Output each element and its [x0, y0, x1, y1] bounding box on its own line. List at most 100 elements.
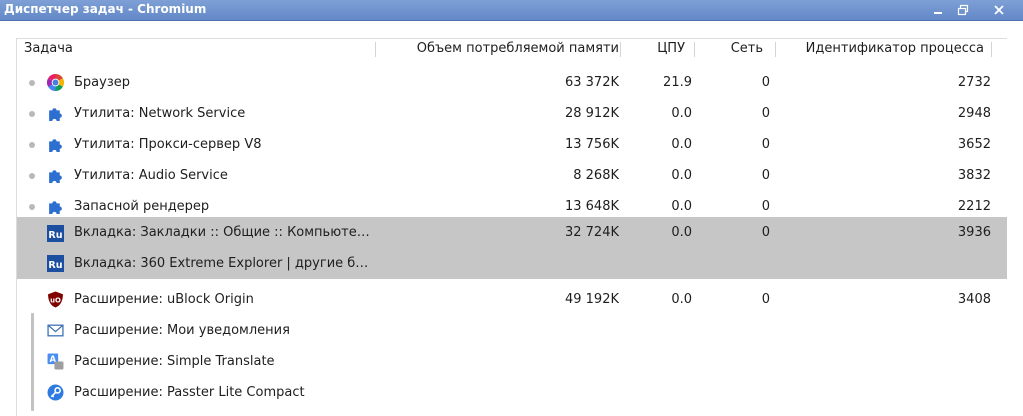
envelope-icon: [47, 324, 64, 337]
cpu-value: [619, 315, 692, 346]
task-name: Расширение: uBlock Origin: [74, 292, 254, 307]
cpu-value: 0.0: [671, 168, 692, 183]
column-divider[interactable]: [991, 42, 992, 57]
table-row[interactable]: Расширение: Мои уведомления: [17, 315, 1007, 346]
svg-text:Ru: Ru: [48, 230, 62, 241]
puzzle-piece-icon: [49, 201, 62, 214]
close-icon: [994, 4, 1004, 15]
pid-value: 2948: [957, 106, 991, 121]
task-name: Расширение: Мои уведомления: [74, 323, 290, 338]
memory-value: 32 724K: [564, 225, 619, 240]
table-row[interactable]: Ru Вкладка: Закладки :: Общие :: Компьют…: [17, 217, 1007, 248]
cpu-value: 0.0: [671, 292, 692, 307]
puzzle-piece-icon: [49, 108, 62, 121]
ru-favicon-icon: Ru: [47, 225, 64, 242]
network-value: [692, 377, 770, 408]
table-row[interactable]: Расширение: Passter Lite Compact: [17, 377, 1007, 408]
svg-text:Ru: Ru: [48, 260, 62, 271]
window-title: Диспетчер задач - Chromium: [4, 2, 207, 16]
column-divider[interactable]: [694, 42, 695, 57]
task-name: Браузер: [74, 75, 130, 90]
task-name: Утилита: Прокси-сервер V8: [74, 137, 262, 152]
pid-value: [770, 248, 991, 279]
pid-value: 3832: [957, 168, 991, 183]
puzzle-piece-icon: [49, 170, 62, 183]
task-name: Вкладка: Закладки :: Общие :: Компьюте…: [74, 225, 370, 240]
row-indicator-dot: [29, 142, 35, 148]
column-header-task[interactable]: Задача: [24, 39, 374, 59]
network-value: [692, 315, 770, 346]
network-value: 0: [761, 137, 770, 152]
cpu-value: 0.0: [671, 137, 692, 152]
close-button[interactable]: [977, 1, 1021, 18]
memory-value: 8 268K: [573, 168, 619, 183]
task-name: Вкладка: 360 Extreme Explorer | другие б…: [74, 256, 369, 271]
network-value: 0: [761, 292, 770, 307]
network-value: 0: [761, 106, 770, 121]
pid-value: 3408: [957, 292, 991, 307]
table-row[interactable]: Браузер 63 372K 21.9 0 2732: [17, 67, 1007, 98]
puzzle-piece-icon: [49, 139, 62, 152]
cpu-value: 21.9: [663, 75, 692, 90]
pid-value: [770, 346, 991, 377]
cpu-value: 0.0: [671, 106, 692, 121]
process-table[interactable]: Задача Объем потребляемой памяти ЦПУ Сет…: [16, 38, 1007, 416]
memory-value: 63 372K: [564, 75, 619, 90]
memory-value: 28 912K: [564, 106, 619, 121]
memory-value: [417, 315, 619, 346]
task-name: Утилита: Network Service: [74, 106, 246, 121]
column-divider[interactable]: [375, 42, 376, 57]
column-header-memory[interactable]: Объем потребляемой памяти: [377, 39, 619, 59]
row-indicator-dot: [29, 80, 35, 86]
memory-value: [417, 248, 619, 279]
pid-value: 2732: [957, 75, 991, 90]
minimize-icon: [934, 11, 942, 14]
minimize-button[interactable]: [927, 1, 949, 18]
task-name: Расширение: Simple Translate: [74, 354, 275, 369]
row-indicator-dot: [29, 111, 35, 117]
cpu-value: 0.0: [671, 225, 692, 240]
pid-value: 3936: [957, 225, 991, 240]
pid-value: 3652: [957, 137, 991, 152]
column-header-pid[interactable]: Идентификатор процесса: [777, 39, 984, 59]
column-divider[interactable]: [620, 42, 621, 57]
memory-value: 49 192K: [564, 292, 619, 307]
table-row[interactable]: Утилита: Audio Service 8 268K 0.0 0 3832: [17, 160, 1007, 191]
task-name: Утилита: Audio Service: [74, 168, 228, 183]
svg-text:uO: uO: [50, 297, 61, 305]
row-indicator-dot: [29, 173, 35, 179]
network-value: [692, 346, 770, 377]
network-value: 0: [761, 75, 770, 90]
table-row[interactable]: uO Расширение: uBlock Origin 49 192K 0.0…: [17, 284, 1007, 315]
table-row[interactable]: Утилита: Network Service 28 912K 0.0 0 2…: [17, 98, 1007, 129]
network-value: [692, 248, 770, 279]
table-row[interactable]: Утилита: Прокси-сервер V8 13 756K 0.0 0 …: [17, 129, 1007, 160]
task-manager-content: Задача Объем потребляемой памяти ЦПУ Сет…: [0, 21, 1023, 416]
maximize-icon: [957, 4, 969, 15]
column-header-network[interactable]: Сеть: [696, 39, 763, 59]
chromium-logo-icon: [47, 74, 64, 91]
network-value: 0: [761, 225, 770, 240]
memory-value: 13 756K: [564, 137, 619, 152]
table-row[interactable]: A Расширение: Simple Translate: [17, 346, 1007, 377]
memory-value: [417, 346, 619, 377]
maximize-button[interactable]: [952, 1, 974, 18]
cpu-value: [619, 248, 692, 279]
network-value: 0: [761, 168, 770, 183]
task-name: Расширение: Passter Lite Compact: [74, 385, 305, 400]
ru-favicon-icon: Ru: [47, 255, 64, 272]
column-divider[interactable]: [775, 42, 776, 57]
cpu-value: [619, 346, 692, 377]
column-header-cpu[interactable]: ЦПУ: [622, 39, 685, 59]
pid-value: [770, 315, 991, 346]
table-row[interactable]: Ru Вкладка: 360 Extreme Explorer | други…: [17, 248, 1007, 279]
pid-value: [770, 377, 991, 408]
memory-value: [417, 377, 619, 408]
key-icon: [47, 384, 64, 401]
ublock-shield-icon: uO: [48, 291, 63, 308]
translate-icon: A: [47, 353, 64, 370]
title-bar[interactable]: Диспетчер задач - Chromium: [0, 0, 1023, 21]
table-header: Задача Объем потребляемой памяти ЦПУ Сет…: [17, 39, 1007, 59]
cpu-value: [619, 377, 692, 408]
row-indicator-dot: [29, 204, 35, 210]
